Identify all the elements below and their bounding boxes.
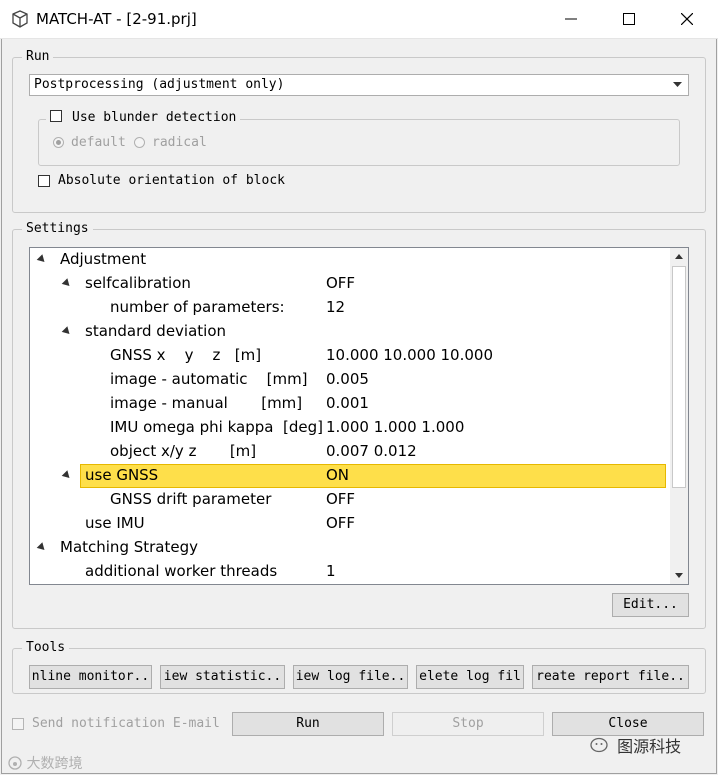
tree-row[interactable]: image - manual [mm] 0.001 bbox=[30, 392, 670, 416]
tree-row-value: 12 bbox=[326, 298, 346, 316]
tree-row-value: 0.005 bbox=[326, 370, 369, 388]
tree-row-value: 0.007 0.012 bbox=[326, 442, 417, 460]
minimize-button[interactable] bbox=[542, 0, 600, 38]
arrow-down-icon bbox=[675, 573, 683, 578]
blunder-label: Use blunder detection bbox=[72, 110, 237, 125]
tree-row-label: number of parameters: bbox=[110, 298, 285, 316]
close-icon bbox=[681, 13, 693, 25]
tree-row-label: standard deviation bbox=[85, 322, 227, 340]
tree-row-value: 10.000 10.000 10.000 bbox=[326, 346, 493, 364]
tree-scrollbar[interactable] bbox=[670, 248, 688, 584]
radio-default[interactable] bbox=[53, 137, 64, 148]
expand-triangle-icon[interactable] bbox=[61, 326, 73, 337]
maximize-button[interactable] bbox=[600, 0, 658, 38]
notify-email-label: Send notification E-mail bbox=[32, 716, 220, 731]
edit-button[interactable]: Edit... bbox=[612, 593, 689, 617]
run-button[interactable]: Run bbox=[232, 712, 384, 736]
watermark-right: 图源科技 bbox=[590, 733, 681, 757]
radio-default-label: default bbox=[71, 135, 126, 150]
tree-row-value: OFF bbox=[326, 490, 356, 508]
tree-row-label: image - manual [mm] bbox=[110, 394, 303, 412]
tree-row-value: OFF bbox=[326, 514, 356, 532]
scroll-thumb[interactable] bbox=[672, 266, 686, 488]
tree-row-label: use GNSS bbox=[85, 466, 159, 484]
stop-button[interactable]: Stop bbox=[392, 712, 544, 736]
expand-triangle-icon[interactable] bbox=[36, 542, 48, 553]
tree-row[interactable]: additional worker threads 1 bbox=[30, 560, 670, 584]
tree-row[interactable]: standard deviation bbox=[30, 320, 670, 344]
close-window-button[interactable] bbox=[658, 0, 716, 38]
window-title: MATCH-AT - [2-91.prj] bbox=[36, 10, 197, 28]
tree-row-label: IMU omega phi kappa [deg] bbox=[110, 418, 323, 436]
tree-row[interactable]: Matching Strategy bbox=[30, 536, 670, 560]
minimize-icon bbox=[565, 18, 577, 20]
expand-triangle-icon[interactable] bbox=[36, 254, 48, 265]
tree-row-label: image - automatic [mm] bbox=[110, 370, 308, 388]
scroll-down-button[interactable] bbox=[670, 566, 688, 584]
notify-email-checkbox[interactable] bbox=[12, 718, 24, 730]
tree-row-label: use IMU bbox=[85, 514, 145, 532]
tree-row[interactable]: use IMU OFF bbox=[30, 512, 670, 536]
run-group-title: Run bbox=[22, 49, 54, 64]
tree-row[interactable]: selfcalibration OFF bbox=[30, 272, 670, 296]
expand-triangle-icon[interactable] bbox=[61, 470, 73, 481]
tree-row-value: ON bbox=[326, 466, 350, 484]
run-mode-value: Postprocessing (adjustment only) bbox=[34, 77, 285, 92]
tree-row-value: 0.001 bbox=[326, 394, 369, 412]
wechat-icon bbox=[590, 737, 608, 753]
absolute-orientation-label: Absolute orientation of block bbox=[58, 173, 285, 188]
create-report-file-button[interactable]: reate report file.. bbox=[532, 665, 689, 689]
run-mode-select[interactable]: Postprocessing (adjustment only) bbox=[29, 74, 689, 96]
view-log-file-button[interactable]: iew log file.. bbox=[293, 665, 408, 689]
tree-row-value: 1 bbox=[326, 562, 336, 580]
tree-row-label: GNSS drift parameter bbox=[110, 490, 272, 508]
tree-row[interactable]: GNSS drift parameter OFF bbox=[30, 488, 670, 512]
title-bar: MATCH-AT - [2-91.prj] bbox=[0, 0, 718, 39]
tree-row[interactable]: image - automatic [mm] 0.005 bbox=[30, 368, 670, 392]
radio-radical[interactable] bbox=[134, 137, 145, 148]
tree-row-label: Matching Strategy bbox=[60, 538, 199, 556]
settings-group-title: Settings bbox=[22, 221, 93, 236]
settings-tree[interactable]: Adjustment selfcalibration OFF number of pa… bbox=[29, 247, 689, 585]
maximize-icon bbox=[623, 13, 635, 25]
app-icon bbox=[12, 10, 28, 28]
blunder-header: Use blunder detection bbox=[46, 110, 241, 125]
delete-log-file-button[interactable]: elete log fil bbox=[416, 665, 524, 689]
tree-row[interactable]: IMU omega phi kappa [deg] 1.000 1.000 1.0… bbox=[30, 416, 670, 440]
weibo-icon bbox=[8, 756, 22, 770]
absolute-orientation-checkbox[interactable] bbox=[38, 175, 50, 187]
tree-row[interactable]: object x/y z [m] 0.007 0.012 bbox=[30, 440, 670, 464]
tree-row-label: selfcalibration bbox=[85, 274, 191, 292]
arrow-up-icon bbox=[675, 254, 683, 259]
selection-highlight bbox=[80, 464, 666, 488]
tree-row-label: additional worker threads bbox=[85, 562, 278, 580]
online-monitor-button[interactable]: nline monitor.. bbox=[29, 665, 152, 689]
view-statistic-button[interactable]: iew statistic.. bbox=[160, 665, 285, 689]
tree-row[interactable]: GNSS x y z [m] 10.000 10.000 10.000 bbox=[30, 344, 670, 368]
tree-row-value: OFF bbox=[326, 274, 356, 292]
tools-group-title: Tools bbox=[22, 640, 70, 655]
scroll-up-button[interactable] bbox=[670, 248, 688, 266]
chevron-down-icon bbox=[673, 82, 682, 87]
tree-row-value: 1.000 1.000 1.000 bbox=[326, 418, 465, 436]
tree-row[interactable]: Adjustment bbox=[30, 248, 670, 272]
tree-row[interactable]: use GNSS ON bbox=[30, 464, 670, 488]
tree-row-label: Adjustment bbox=[60, 250, 147, 268]
expand-triangle-icon[interactable] bbox=[61, 278, 73, 289]
blunder-checkbox[interactable] bbox=[50, 110, 62, 122]
tree-row-label: object x/y z [m] bbox=[110, 442, 257, 460]
watermark-left: 大数跨境 bbox=[8, 753, 82, 773]
tree-row[interactable]: number of parameters: 12 bbox=[30, 296, 670, 320]
radio-radical-label: radical bbox=[152, 135, 207, 150]
tree-row-label: GNSS x y z [m] bbox=[110, 346, 262, 364]
